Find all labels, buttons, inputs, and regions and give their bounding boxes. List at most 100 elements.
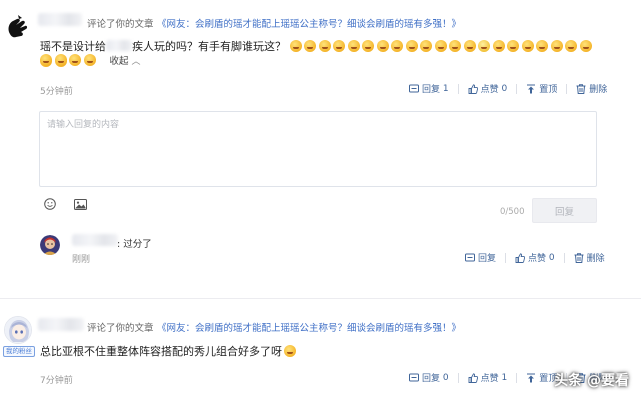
laughing-emoji-icon (304, 40, 316, 52)
comment1-actions: 回复 1 点赞 0 置顶 删除 (409, 82, 607, 95)
laughing-emoji-icon (492, 40, 505, 52)
delete-label: 删除 (589, 85, 608, 95)
laughing-emoji-icon (507, 40, 519, 52)
reply-time: 刚刚 (72, 255, 91, 265)
pin-top-icon (526, 84, 536, 94)
divider (563, 252, 565, 263)
laughing-emoji-icon (521, 40, 534, 52)
smiley-icon (44, 198, 56, 210)
delete-label: 删除 (586, 254, 605, 264)
toutiao-watermark: 头条 @要看 (554, 373, 629, 389)
comment2-time: 7分钟前 (40, 376, 73, 386)
divider (516, 372, 518, 383)
divider (457, 83, 459, 94)
reply-text: : 过分了 (117, 239, 152, 250)
delete-button[interactable]: 删除 (576, 82, 607, 95)
comment2-body: 总比亚根不住重整体阵容搭配的秀儿组合好多了呀 (40, 343, 299, 359)
reply-icon (465, 253, 475, 263)
comment-body-line2: 收起 ︿ (40, 53, 141, 70)
commenter2-avatar[interactable] (4, 316, 32, 344)
user-avatar-image (40, 235, 60, 255)
laughing-emoji-icon (579, 40, 592, 52)
thumbs-up-icon (468, 372, 478, 383)
like-label: 点赞 (480, 85, 499, 95)
laughing-emoji-icon (83, 54, 96, 66)
reply-button[interactable]: 回复 (465, 251, 496, 264)
comment-text-part1: 瑶不是设计给 (40, 40, 106, 53)
emoji-row-2 (40, 54, 98, 67)
laughing-emoji-icon (420, 40, 432, 52)
divider (516, 83, 518, 94)
reply-button[interactable]: 回复 0 (409, 371, 449, 384)
laughing-emoji-icon (376, 40, 389, 52)
comment-time: 5分钟前 (40, 87, 73, 97)
article2-link[interactable]: 《网友：会刷盾的瑶才能配上瑶瑶公主称号？细谈会刷盾的瑶有多强！》 (157, 320, 461, 334)
divider (505, 252, 507, 263)
collapse-label: 收起 (109, 56, 129, 67)
comment2-action-text: 评论了你的文章 (87, 323, 154, 334)
thumbs-up-icon (515, 252, 526, 263)
reply-textarea[interactable] (39, 111, 597, 187)
laughing-emoji-icon (333, 40, 345, 52)
laughing-emoji-icon (318, 40, 331, 52)
divider (457, 372, 459, 383)
blurred-word (106, 40, 132, 51)
reply-submit-button[interactable]: 回复 (532, 198, 597, 223)
fan-badge: 我的粉丝 (3, 346, 35, 357)
like-button[interactable]: 点赞 1 (468, 371, 508, 384)
trash-icon (576, 83, 586, 94)
image-upload-button[interactable] (74, 199, 87, 213)
laughing-emoji-icon (478, 40, 490, 52)
laughing-emoji-icon (434, 40, 447, 52)
reply-button[interactable]: 回复 1 (409, 82, 449, 95)
comment-divider (0, 298, 641, 299)
emoji-picker-button[interactable] (44, 198, 56, 213)
delete-button[interactable]: 删除 (574, 251, 605, 264)
pin-label: 置顶 (539, 85, 558, 95)
laughing-emoji-icon (362, 40, 374, 52)
article-link[interactable]: 《网友：会刷盾的瑶才能配上瑶瑶公主称号？细谈会刷盾的瑶有多强！》 (157, 16, 461, 30)
like-count: 1 (501, 372, 508, 383)
reply-placeholder: 请输入回复的内容 (47, 120, 120, 130)
like-count: 0 (501, 83, 508, 94)
comment-action-text: 评论了你的文章 (87, 19, 154, 30)
like-label: 点赞 (480, 374, 499, 384)
collapse-link[interactable]: 收起 ︿ (110, 56, 141, 67)
reply-label: 回复 (478, 254, 497, 264)
like-label: 点赞 (528, 254, 547, 264)
char-counter: 0/500 (500, 207, 525, 217)
laughing-emoji-icon (449, 40, 461, 52)
divider (566, 83, 568, 94)
pin-button[interactable]: 置顶 (526, 82, 557, 95)
thumbs-up-icon (468, 83, 478, 94)
chevron-up-icon: ︿ (131, 57, 141, 67)
comment2-text: 总比亚根不住重整体阵容搭配的秀儿组合好多了呀 (40, 345, 282, 358)
pin-top-icon (526, 373, 536, 383)
laughing-emoji-icon (536, 40, 548, 52)
reply-user-name[interactable] (72, 234, 118, 246)
comment-text-part2: 疾人玩的吗？有手有脚谁玩这？ (132, 40, 286, 53)
reply-label: 回复 (422, 374, 441, 384)
laughing-emoji-icon (289, 40, 302, 52)
fan-badge-label: 我的粉丝 (6, 347, 32, 355)
reply-icon (409, 373, 419, 383)
laughing-emoji-icon (69, 54, 81, 66)
reply-count: 0 (442, 372, 449, 383)
reply-label: 回复 (422, 85, 441, 95)
laughing-emoji-icon (347, 40, 360, 52)
laughing-emoji-icon (391, 40, 403, 52)
laughing-emoji-icon (565, 40, 577, 52)
reply1-actions: 回复 点赞 0 删除 (465, 251, 605, 264)
commenter-name[interactable] (38, 13, 82, 26)
laughing-emoji-icon (284, 345, 296, 357)
laughing-emoji-icon (40, 54, 52, 66)
laughing-emoji-icon (405, 40, 418, 52)
pin-button[interactable]: 置顶 (526, 371, 557, 384)
hand-sign-avatar-icon (4, 12, 34, 44)
reply-user-avatar[interactable] (40, 235, 60, 255)
like-count: 0 (548, 252, 555, 263)
like-button[interactable]: 点赞 0 (515, 251, 555, 264)
like-button[interactable]: 点赞 0 (468, 82, 508, 95)
commenter2-name[interactable] (38, 318, 84, 331)
commenter-avatar[interactable] (4, 12, 34, 44)
